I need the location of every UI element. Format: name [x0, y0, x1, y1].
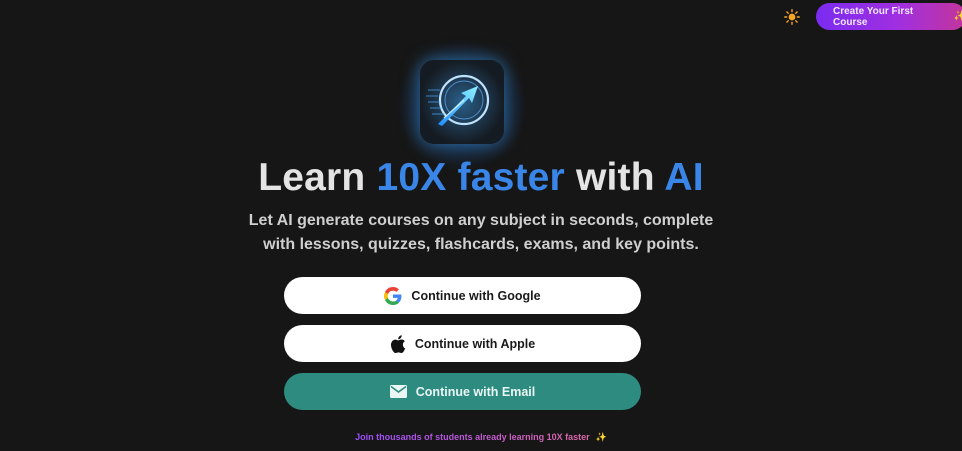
headline-accent-1: 10X faster [376, 156, 565, 199]
sparkle-icon: ✨ [953, 11, 962, 22]
hero-headline: Learn 10X faster with AI [0, 155, 962, 201]
create-first-course-label: Create Your First Course [833, 5, 914, 28]
headline-accent-2: AI [664, 156, 704, 199]
continue-with-apple-button[interactable]: Continue with Apple [284, 325, 641, 362]
sun-icon [784, 9, 800, 25]
sparkle-icon: ✨ [595, 432, 607, 442]
apple-icon [390, 334, 406, 353]
continue-with-google-button[interactable]: Continue with Google [284, 277, 641, 314]
headline-text-2: with [564, 156, 665, 199]
google-icon [384, 286, 402, 305]
apple-button-label: Continue with Apple [414, 336, 536, 351]
subtitle-line-1: Let AI generate courses on any subject i… [248, 212, 714, 229]
hero-subtitle: Let AI generate courses on any subject i… [0, 209, 962, 257]
landing-page: Create Your First Course ✨ Learn 10X fas… [0, 0, 962, 451]
continue-with-email-button[interactable]: Continue with Email [284, 373, 641, 410]
google-button-label: Continue with Google [411, 288, 541, 303]
app-logo [420, 60, 504, 144]
subtitle-line-2: with lessons, quizzes, flashcards, exams… [263, 236, 699, 253]
headline-text-1: Learn [258, 156, 377, 199]
mail-icon [389, 385, 407, 398]
email-button-label: Continue with Email [415, 384, 536, 399]
social-proof-note: Join thousands of students already learn… [0, 432, 962, 443]
social-proof-text: Join thousands of students already learn… [355, 432, 590, 442]
theme-toggle-button[interactable] [780, 6, 804, 28]
create-first-course-button[interactable]: Create Your First Course ✨ [816, 3, 962, 30]
